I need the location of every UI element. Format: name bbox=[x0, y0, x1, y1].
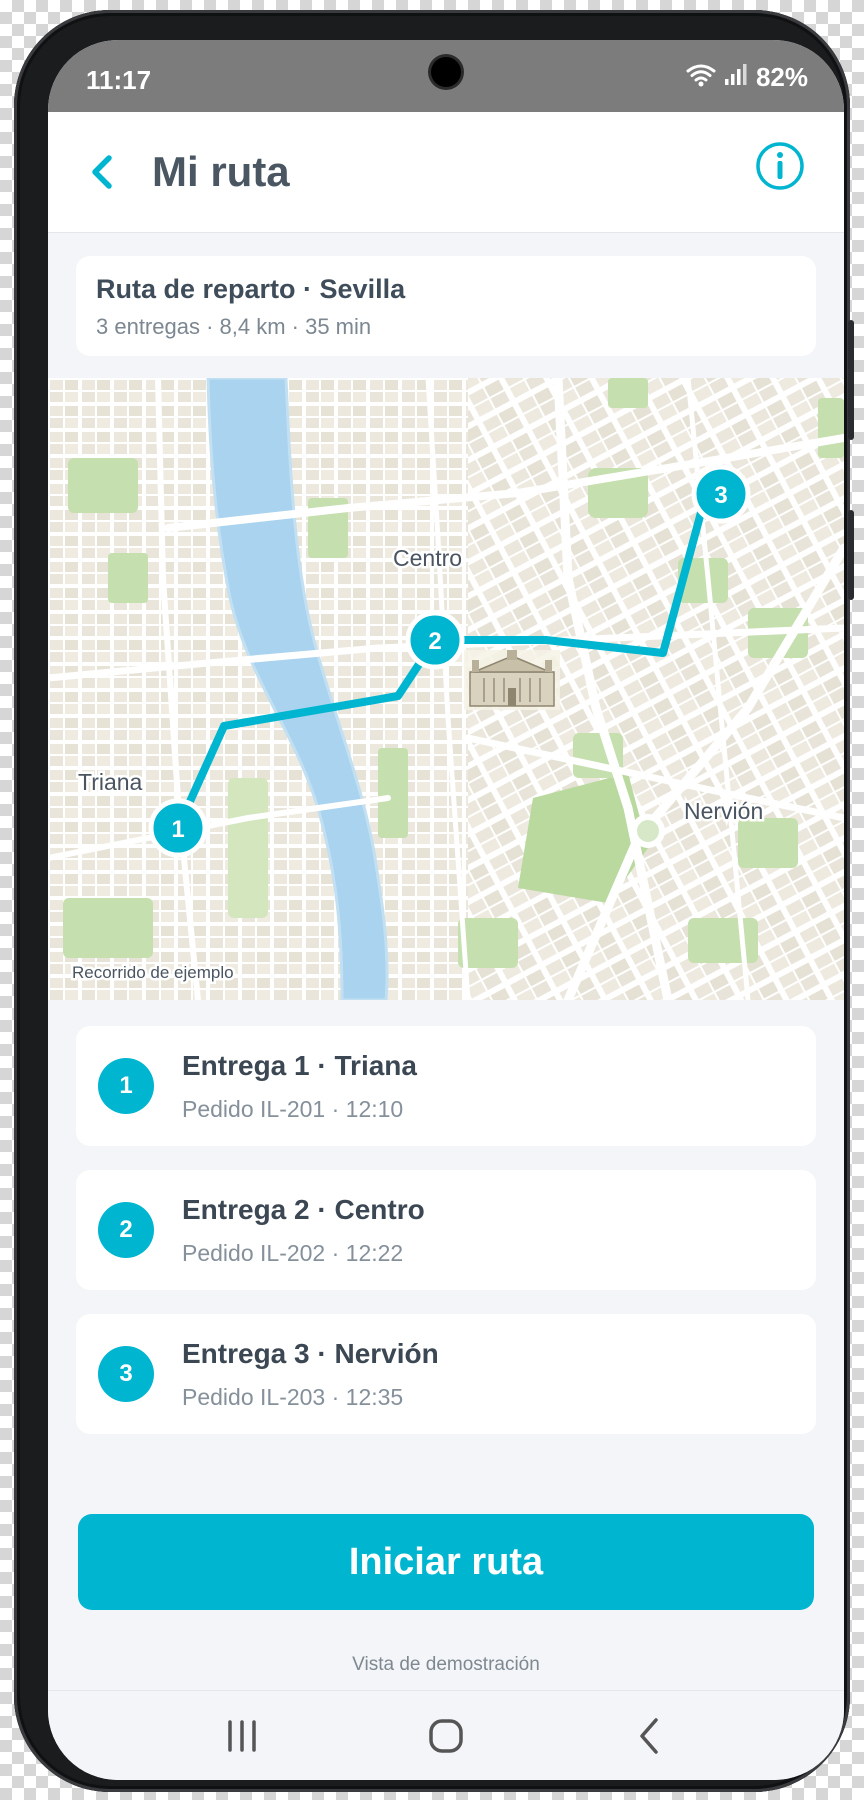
route-map[interactable]: 1 2 3 Centro Triana Nervión Recorrido de… bbox=[48, 378, 844, 1000]
back-button[interactable] bbox=[78, 142, 128, 202]
stop-detail: Pedido IL-201 · 12:10 bbox=[182, 1096, 404, 1122]
map-label-triana: Triana bbox=[78, 769, 143, 795]
status-time: 11:17 bbox=[86, 65, 152, 95]
map-marker-3-label: 3 bbox=[714, 482, 727, 509]
recent-apps-icon bbox=[228, 1720, 256, 1752]
stop-number-badge: 2 bbox=[98, 1202, 154, 1258]
info-button[interactable] bbox=[754, 140, 806, 192]
map-label-centro: Centro bbox=[393, 545, 462, 571]
map-marker-1[interactable]: 1 bbox=[148, 798, 208, 858]
info-circle-icon bbox=[756, 142, 804, 190]
delivery-stop-2[interactable]: 2 Entrega 2 · Centro Pedido IL-202 · 12:… bbox=[76, 1170, 816, 1290]
roundabout bbox=[631, 814, 665, 848]
page-title: Mi ruta bbox=[152, 148, 290, 195]
stop-title: Entrega 3 · Nervión bbox=[182, 1338, 439, 1369]
volume-button bbox=[848, 320, 854, 440]
delivery-stop-3[interactable]: 3 Entrega 3 · Nervión Pedido IL-203 · 12… bbox=[76, 1314, 816, 1434]
map-marker-3[interactable]: 3 bbox=[691, 464, 751, 524]
route-title: Ruta de reparto · Sevilla bbox=[96, 274, 406, 304]
stop-detail: Pedido IL-202 · 12:22 bbox=[182, 1240, 404, 1266]
status-bar: 11:17 82% bbox=[48, 40, 844, 112]
stop-number-badge: 1 bbox=[98, 1058, 154, 1114]
route-details: 3 entregas · 8,4 km · 35 min bbox=[96, 314, 372, 339]
screen: 11:17 82% Mi ruta Ruta de reparto · Sevi… bbox=[48, 40, 844, 1780]
front-camera bbox=[431, 57, 461, 87]
delivery-stop-1[interactable]: 1 Entrega 1 · Triana Pedido IL-201 · 12:… bbox=[76, 1026, 816, 1146]
system-nav-bar bbox=[48, 1690, 844, 1780]
phone-frame: 11:17 82% Mi ruta Ruta de reparto · Sevi… bbox=[14, 10, 854, 1792]
app-header: Mi ruta bbox=[48, 112, 844, 233]
map-label-nervion: Nervión bbox=[684, 798, 763, 824]
stop-number-badge: 3 bbox=[98, 1346, 154, 1402]
stop-detail: Pedido IL-203 · 12:35 bbox=[182, 1384, 404, 1410]
map-marker-2[interactable]: 2 bbox=[405, 610, 465, 670]
signal-icon bbox=[724, 63, 748, 92]
home-button[interactable] bbox=[416, 1711, 476, 1761]
stop-title: Entrega 2 · Centro bbox=[182, 1194, 425, 1225]
system-back-button[interactable] bbox=[620, 1711, 680, 1761]
status-icons: 82% bbox=[686, 62, 808, 93]
start-route-button[interactable]: Iniciar ruta bbox=[78, 1514, 814, 1610]
chevron-left-icon bbox=[92, 155, 112, 189]
map-marker-1-label: 1 bbox=[171, 816, 184, 843]
wifi-icon bbox=[686, 63, 716, 92]
demo-note: Vista de demostración bbox=[352, 1654, 540, 1675]
map-canvas: 1 2 3 Centro Triana Nervión Recorrido de… bbox=[48, 378, 844, 1000]
recent-apps-button[interactable] bbox=[212, 1711, 272, 1761]
battery-level: 82% bbox=[755, 62, 808, 92]
landmark-building-icon bbox=[464, 650, 560, 710]
power-button bbox=[848, 510, 854, 600]
home-icon bbox=[429, 1719, 463, 1753]
route-summary-card: Ruta de reparto · Sevilla 3 entregas · 8… bbox=[76, 256, 816, 356]
map-marker-2-label: 2 bbox=[428, 628, 441, 655]
stop-title: Entrega 1 · Triana bbox=[182, 1050, 417, 1081]
map-caption: Recorrido de ejemplo bbox=[72, 963, 234, 982]
back-icon bbox=[640, 1718, 658, 1754]
